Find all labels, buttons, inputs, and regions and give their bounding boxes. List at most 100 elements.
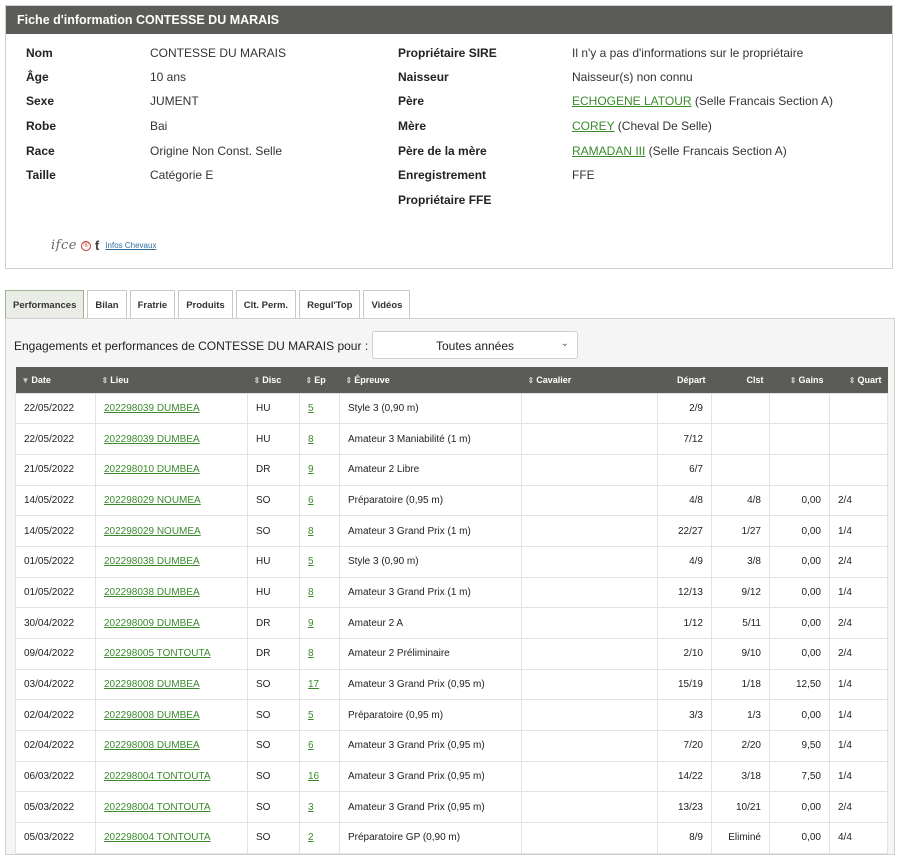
cell-date: 14/05/2022 (15, 484, 96, 517)
cell-quart (829, 392, 888, 425)
pere-link[interactable]: ECHOGENE LATOUR (572, 94, 692, 108)
info-label: Père (398, 94, 425, 108)
info-row-proprietaire-sire: Propriétaire SIRE Il n'y a pas d'informat… (398, 46, 803, 64)
lieu-link[interactable]: 202298008 DUMBEA (104, 679, 200, 690)
col-date[interactable]: ▼ Date (15, 367, 96, 393)
cell-ep: 6 (299, 484, 340, 517)
cell-disc: DR (247, 607, 300, 639)
pere-de-la-mere-link[interactable]: RAMADAN III (572, 144, 645, 158)
lieu-link[interactable]: 202298029 NOUMEA (104, 526, 201, 537)
info-row-nom: Nom CONTESSE DU MARAIS (26, 46, 286, 64)
cell-epreuve: Préparatoire (0,95 m) (339, 484, 522, 517)
tab-videos[interactable]: Vidéos (363, 290, 411, 318)
cell-disc: HU (247, 423, 300, 455)
cell-ep: 5 (299, 699, 340, 732)
lieu-link[interactable]: 202298039 DUMBEA (104, 403, 200, 414)
lieu-link[interactable]: 202298009 DUMBEA (104, 618, 200, 629)
cell-quart: 2/4 (829, 638, 888, 670)
cell-quart: 2/4 (829, 791, 888, 824)
ep-link[interactable]: 9 (308, 618, 314, 629)
performances-table: ▼ Date ⇕ Lieu ⇕ Disc ⇕ Ep ⇕ Épreuve ⇕ Cavalier… (15, 367, 888, 854)
lieu-link[interactable]: 202298029 NOUMEA (104, 495, 201, 506)
cell-epreuve: Préparatoire GP (0,90 m) (339, 822, 522, 854)
info-label: Âge (26, 70, 49, 84)
col-ep[interactable]: ⇕ Ep (299, 367, 340, 393)
cell-date: 05/03/2022 (15, 822, 96, 854)
sort-icon: ⇕ (848, 375, 856, 385)
ep-link[interactable]: 16 (308, 771, 319, 782)
lieu-link[interactable]: 202298004 TONTOUTA (104, 832, 211, 843)
col-cavalier[interactable]: ⇕ Cavalier (521, 367, 658, 393)
info-row-mere: Mère COREY (Cheval De Selle) (398, 119, 712, 137)
col-quart[interactable]: ⇕ Quart (829, 367, 888, 393)
cell-gains: 0,00 (769, 822, 830, 854)
ep-link[interactable]: 5 (308, 403, 314, 414)
col-clst[interactable]: Clst (711, 367, 770, 393)
mere-link[interactable]: COREY (572, 119, 614, 133)
sort-icon: ⇕ (253, 375, 261, 385)
table-row: 01/05/2022 202298038 DUMBEA HU 5 Style 3 (0,… (15, 545, 888, 578)
ep-link[interactable]: 2 (308, 832, 314, 843)
ep-link[interactable]: 6 (308, 495, 314, 506)
col-disc[interactable]: ⇕ Disc (247, 367, 300, 393)
ep-link[interactable]: 8 (308, 526, 314, 537)
lieu-link[interactable]: 202298038 DUMBEA (104, 556, 200, 567)
col-depart[interactable]: Départ (657, 367, 712, 393)
ep-link[interactable]: 5 (308, 556, 314, 567)
lieu-link[interactable]: 202298004 TONTOUTA (104, 771, 211, 782)
info-value: COREY (Cheval De Selle) (572, 119, 712, 133)
ep-link[interactable]: 8 (308, 587, 314, 598)
tab-regul-top[interactable]: Regul'Top (299, 290, 361, 318)
ep-link[interactable]: 9 (308, 464, 314, 475)
tab-performances[interactable]: Performances (5, 290, 85, 318)
cell-date: 02/04/2022 (15, 730, 96, 762)
col-gains[interactable]: ⇕ Gains (769, 367, 830, 393)
year-select[interactable]: Toutes années ⌄ (372, 331, 578, 359)
lieu-link[interactable]: 202298005 TONTOUTA (104, 648, 211, 659)
lieu-link[interactable]: 202298008 DUMBEA (104, 740, 200, 751)
cell-cavalier (521, 668, 658, 701)
col-epreuve[interactable]: ⇕ Épreuve (339, 367, 522, 393)
lieu-link[interactable]: 202298004 TONTOUTA (104, 802, 211, 813)
ifce-logo[interactable]: ifce ® ƭ Infos Chevaux (51, 238, 156, 253)
ep-link[interactable]: 17 (308, 679, 319, 690)
infos-chevaux-link[interactable]: Infos Chevaux (105, 241, 156, 250)
table-row: 22/05/2022 202298039 DUMBEA HU 8 Amateur 3 M… (15, 423, 888, 455)
table-row: 01/05/2022 202298038 DUMBEA HU 8 Amateur 3 G… (15, 576, 888, 609)
cell-disc: DR (247, 638, 300, 670)
lieu-link[interactable]: 202298008 DUMBEA (104, 710, 200, 721)
info-value: Catégorie E (150, 168, 214, 182)
cell-quart: 1/4 (829, 730, 888, 762)
cell-quart: 2/4 (829, 484, 888, 517)
lieu-link[interactable]: 202298039 DUMBEA (104, 434, 200, 445)
cell-lieu: 202298009 DUMBEA (95, 607, 248, 639)
tab-bilan[interactable]: Bilan (87, 290, 127, 318)
tab-fratrie[interactable]: Fratrie (129, 290, 176, 318)
cell-lieu: 202298039 DUMBEA (95, 423, 248, 455)
table-row: 21/05/2022 202298010 DUMBEA DR 9 Amateur 2 L… (15, 453, 888, 486)
cell-depart: 7/12 (657, 423, 712, 455)
cell-quart: 2/4 (829, 607, 888, 639)
ep-link[interactable]: 6 (308, 740, 314, 751)
lieu-link[interactable]: 202298038 DUMBEA (104, 587, 200, 598)
sort-icon: ⇕ (789, 375, 797, 385)
ep-link[interactable]: 5 (308, 710, 314, 721)
cell-quart: 2/4 (829, 545, 888, 578)
cell-gains: 9,50 (769, 730, 830, 762)
cell-epreuve: Amateur 2 Préliminaire (339, 638, 522, 670)
tab-clt-perm[interactable]: Clt. Perm. (235, 290, 297, 318)
cell-disc: SO (247, 730, 300, 762)
cell-quart: 1/4 (829, 515, 888, 547)
ep-link[interactable]: 8 (308, 648, 314, 659)
cell-quart: 1/4 (829, 668, 888, 701)
col-lieu[interactable]: ⇕ Lieu (95, 367, 248, 393)
table-row: 14/05/2022 202298029 NOUMEA SO 6 Préparatoir… (15, 484, 888, 517)
info-value: RAMADAN III (Selle Francais Section A) (572, 144, 787, 158)
lieu-link[interactable]: 202298010 DUMBEA (104, 464, 200, 475)
info-card: Fiche d'information CONTESSE DU MARAIS N… (5, 5, 893, 269)
cell-clst: 3/18 (711, 760, 770, 793)
ep-link[interactable]: 8 (308, 434, 314, 445)
ep-link[interactable]: 3 (308, 802, 314, 813)
cell-ep: 9 (299, 453, 340, 486)
tab-produits[interactable]: Produits (178, 290, 233, 318)
